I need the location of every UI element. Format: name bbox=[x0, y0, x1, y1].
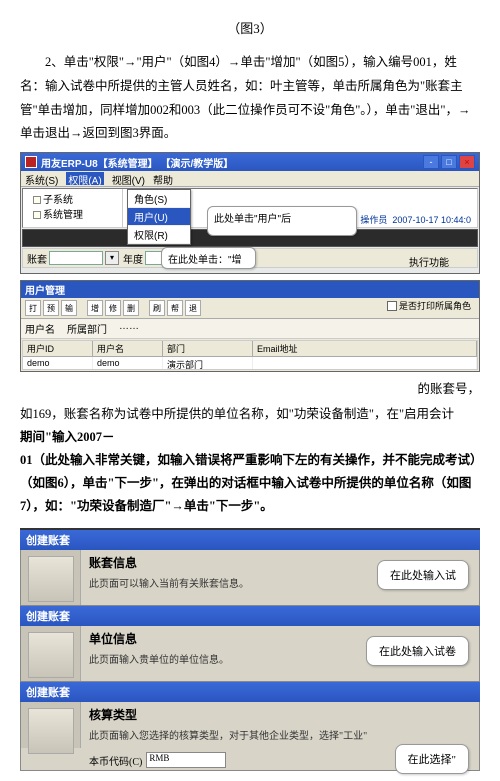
menu-item-role[interactable]: 角色(S) bbox=[128, 190, 190, 208]
wizard-image-icon bbox=[28, 708, 74, 754]
wizard-image-icon bbox=[28, 632, 74, 678]
side-note: 的账套号， bbox=[20, 378, 480, 401]
filter-dept: 所属部门 bbox=[67, 321, 107, 336]
execute-label: 执行功能 bbox=[409, 254, 449, 269]
tb-edit-icon[interactable]: 修 bbox=[105, 300, 121, 316]
menu-item-perm[interactable]: 权限(R) bbox=[128, 226, 190, 244]
operator-label: 操作员 bbox=[360, 215, 387, 225]
callout-click-add: 在此处单击："增 bbox=[161, 247, 256, 269]
permission-dropdown: 角色(S) 用户(U) 权限(R) bbox=[127, 189, 191, 245]
callout-click-user: 此处单击"用户"后 bbox=[207, 206, 357, 236]
account-input[interactable] bbox=[49, 251, 103, 265]
tb-preview-icon[interactable]: 预 bbox=[43, 300, 59, 316]
wizard-section-2: 创建账套 单位信息 此页面输入贵单位的单位信息。 在此处输入试卷 bbox=[20, 606, 480, 682]
window-titlebar: 用友ERP-U8【系统管理】 【演示/教学版】 - □ × bbox=[21, 153, 479, 171]
tree-item-subsystem[interactable]: 子系统 bbox=[25, 191, 120, 206]
col-email: Email地址 bbox=[253, 341, 477, 356]
tree-item-sysmgmt[interactable]: 系统管理 bbox=[25, 206, 120, 221]
maximize-button[interactable]: □ bbox=[441, 155, 457, 169]
callout-select-here: 在此选择" bbox=[395, 744, 470, 774]
col-userid: 用户ID bbox=[23, 341, 93, 356]
timestamp: 2007-10-17 10:44:0 bbox=[392, 215, 471, 225]
menu-view[interactable]: 视图(V) bbox=[112, 172, 145, 185]
instruction-paragraph: 2、单击"权限"→"用户"（如图4）→单击"增加"（如图5），输入编号001，姓… bbox=[20, 51, 480, 146]
wizard-image-icon bbox=[28, 556, 74, 602]
tb-help-icon[interactable]: 帮 bbox=[167, 300, 183, 316]
callout-input-here-2: 在此处输入试卷 bbox=[366, 636, 469, 666]
menu-help[interactable]: 帮助 bbox=[153, 172, 173, 185]
wizard-title-1: 创建账套 bbox=[20, 530, 480, 550]
menu-system[interactable]: 系统(S) bbox=[25, 172, 58, 185]
section-heading-type: 核算类型 bbox=[89, 706, 471, 723]
field-label-account: 账套 bbox=[27, 251, 47, 266]
account-dropdown-icon[interactable]: ▾ bbox=[105, 251, 119, 265]
text-line-1: 如169，账套名称为试卷中所提供的单位名称，如"功荣设备制造"，在"启用会计 bbox=[20, 403, 480, 426]
field-label-year: 年度 bbox=[123, 251, 143, 266]
close-button[interactable]: × bbox=[459, 155, 475, 169]
tb-exit-icon[interactable]: 退 bbox=[185, 300, 201, 316]
tb-add-icon[interactable]: 增 bbox=[87, 300, 103, 316]
figure-label: （图3） bbox=[20, 18, 480, 37]
table-row[interactable]: demo demo 演示部门 bbox=[23, 357, 477, 369]
screenshot-2: 创建账套 账套信息 此页面可以输入当前有关账套信息。 在此处输入试 创建账套 单… bbox=[20, 528, 480, 771]
section-desc-type: 此页面输入您选择的核算类型，对于其他企业类型，选择"工业" bbox=[89, 727, 471, 742]
user-grid: 用户ID 用户名 部门 Email地址 demo demo 演示部门 bbox=[22, 340, 478, 370]
filter-username: 用户名 bbox=[25, 321, 55, 336]
screenshot-1: 用友ERP-U8【系统管理】 【演示/教学版】 - □ × 系统(S) 权限(A… bbox=[20, 152, 480, 274]
minimize-button[interactable]: - bbox=[423, 155, 439, 169]
panel-toolbar: 打 预 输 增 修 删 刷 帮 退 是否打印所属角色 bbox=[21, 298, 479, 319]
currency-code-select[interactable]: RMB bbox=[146, 752, 226, 768]
menu-item-user[interactable]: 用户(U) bbox=[128, 208, 190, 226]
col-username: 用户名 bbox=[93, 341, 163, 356]
text-block: 如169，账套名称为试卷中所提供的单位名称，如"功荣设备制造"，在"启用会计 期… bbox=[20, 403, 480, 519]
filter-bar: 用户名 所属部门 …… bbox=[21, 319, 479, 339]
text-line-2: 期间"输入2007－ bbox=[20, 426, 480, 449]
print-role-checkbox[interactable] bbox=[387, 301, 397, 311]
user-mgmt-panel: 用户管理 打 预 输 增 修 删 刷 帮 退 是否打印所属角色 用户名 所属部门… bbox=[20, 280, 480, 372]
window-title: 用友ERP-U8【系统管理】 【演示/教学版】 bbox=[41, 155, 423, 170]
wizard-section-1: 创建账套 账套信息 此页面可以输入当前有关账套信息。 在此处输入试 bbox=[20, 530, 480, 606]
currency-code-label: 本币代码(C) bbox=[89, 753, 142, 768]
filter-more: …… bbox=[119, 321, 139, 336]
text-line-3: 01（此处输入非常关键，如输入错误将严重影响下左的有关操作，并不能完成考试）（如… bbox=[20, 449, 480, 518]
menubar: 系统(S) 权限(A) 视图(V) 帮助 bbox=[21, 171, 479, 187]
app-icon bbox=[25, 156, 37, 168]
wizard-title-3: 创建账套 bbox=[20, 682, 480, 702]
tb-delete-icon[interactable]: 删 bbox=[123, 300, 139, 316]
print-role-label: 是否打印所属角色 bbox=[399, 299, 471, 312]
col-dept: 部门 bbox=[163, 341, 253, 356]
panel-title: 用户管理 bbox=[21, 281, 479, 298]
tb-refresh-icon[interactable]: 刷 bbox=[149, 300, 165, 316]
tb-print-icon[interactable]: 打 bbox=[25, 300, 41, 316]
tree-panel: 子系统 系统管理 bbox=[23, 189, 123, 227]
tb-output-icon[interactable]: 输 bbox=[61, 300, 77, 316]
wizard-section-3: 创建账套 核算类型 此页面输入您选择的核算类型，对于其他企业类型，选择"工业" … bbox=[20, 682, 480, 771]
wizard-title-2: 创建账套 bbox=[20, 606, 480, 626]
callout-input-here-1: 在此处输入试 bbox=[377, 560, 469, 590]
menu-permission[interactable]: 权限(A) bbox=[66, 172, 103, 185]
